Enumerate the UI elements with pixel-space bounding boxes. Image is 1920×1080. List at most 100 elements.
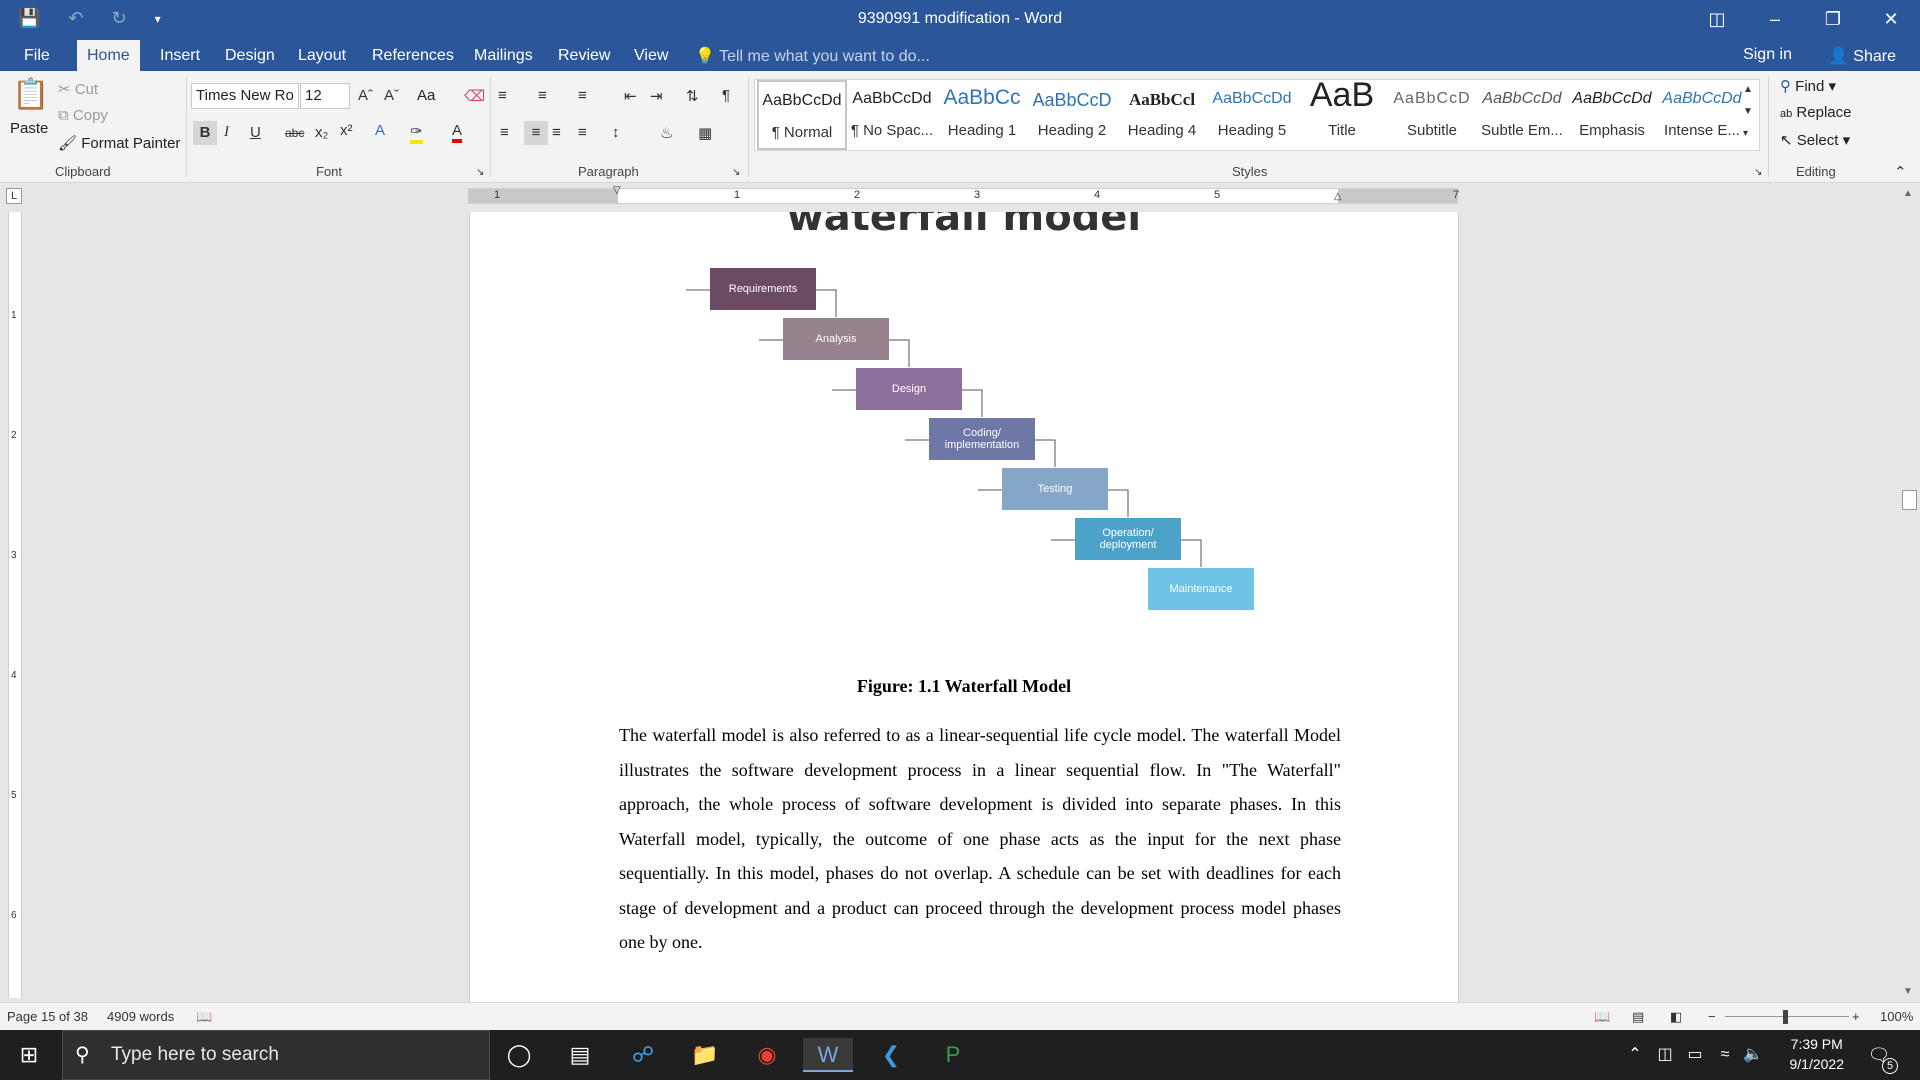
edge-icon[interactable]: ☍ <box>626 1038 660 1072</box>
tab-selector-icon[interactable]: L <box>6 188 22 204</box>
proofing-icon[interactable]: 📖 <box>196 1009 212 1025</box>
italic-icon[interactable]: I <box>224 124 229 141</box>
chrome-icon[interactable]: ◉ <box>750 1038 784 1072</box>
taskbar-search[interactable]: ⚲ Type here to search <box>62 1030 490 1080</box>
font-name-box[interactable]: Times New Ro <box>191 83 299 109</box>
superscript-icon[interactable]: x² <box>340 122 353 139</box>
align-right-icon[interactable]: ≡ <box>552 124 561 141</box>
ribbon-display-icon[interactable]: ◫ <box>1688 0 1746 40</box>
paste-button[interactable]: Paste <box>10 120 48 137</box>
tab-layout[interactable]: Layout <box>288 40 356 71</box>
tell-me-box[interactable]: 💡 Tell me what you want to do... <box>695 46 930 66</box>
zoom-level[interactable]: 100% <box>1880 1009 1913 1024</box>
replace-button[interactable]: ab Replace <box>1780 104 1851 121</box>
collapse-ribbon-icon[interactable]: ⌃ <box>1894 163 1907 181</box>
numbering-icon[interactable]: ≡ <box>538 87 547 104</box>
scroll-thumb[interactable] <box>1902 490 1917 510</box>
tab-references[interactable]: References <box>362 40 464 71</box>
paste-icon[interactable]: 📋 <box>12 77 49 112</box>
style-no-spacing[interactable]: AaBbCcDd ¶ No Spac... <box>847 80 937 150</box>
restore-icon[interactable]: ❐ <box>1804 0 1862 40</box>
vscode-icon[interactable]: ❮ <box>874 1038 908 1072</box>
read-mode-icon[interactable]: 📖 <box>1594 1009 1610 1025</box>
underline-icon[interactable]: U <box>250 124 261 141</box>
task-view-icon[interactable]: ▤ <box>563 1038 597 1072</box>
print-layout-icon[interactable]: ▤ <box>1632 1009 1644 1025</box>
tab-mailings[interactable]: Mailings <box>464 40 543 71</box>
subscript-icon[interactable]: x₂ <box>315 124 328 141</box>
shading-icon[interactable]: ♨ <box>660 124 673 142</box>
gallery-more-icon[interactable]: ▾ <box>1743 128 1748 139</box>
scroll-up-icon[interactable]: ▲ <box>1903 188 1913 199</box>
show-formatting-icon[interactable]: ¶ <box>722 87 730 104</box>
style-subtle-emphasis[interactable]: AaBbCcDd Subtle Em... <box>1477 80 1567 150</box>
cut-button[interactable]: ✂ Cut <box>58 80 98 98</box>
web-layout-icon[interactable]: ◧ <box>1670 1009 1682 1025</box>
vertical-scrollbar[interactable]: ▲ ▼ <box>1900 186 1918 1002</box>
paragraph-dialog-launcher-icon[interactable]: ↘ <box>732 167 740 178</box>
scroll-down-icon[interactable]: ▼ <box>1903 986 1913 997</box>
shrink-font-icon[interactable]: Aˇ <box>384 87 399 104</box>
cortana-icon[interactable]: ◯ <box>502 1038 536 1072</box>
zoom-in-icon[interactable]: + <box>1852 1009 1860 1024</box>
style-normal[interactable]: AaBbCcDd ¶ Normal <box>757 80 847 150</box>
align-left-icon[interactable]: ≡ <box>500 124 509 141</box>
style-heading-2[interactable]: AaBbCcD Heading 2 <box>1027 80 1117 150</box>
select-button[interactable]: ↖ Select ▾ <box>1780 131 1850 149</box>
bullets-icon[interactable]: ≡ <box>498 87 507 104</box>
style-heading-4[interactable]: AaBbCcl Heading 4 <box>1117 80 1207 150</box>
clear-formatting-icon[interactable]: ⌫ <box>464 87 485 105</box>
style-emphasis[interactable]: AaBbCcDd Emphasis <box>1567 80 1657 150</box>
indent-marker-icon[interactable]: ▽ <box>613 185 621 196</box>
increase-indent-icon[interactable]: ⇥ <box>650 87 663 105</box>
style-title[interactable]: AaB Title <box>1297 76 1387 150</box>
borders-icon[interactable]: ▦ <box>698 124 712 142</box>
network-adapter-icon[interactable]: ◫ <box>1648 1038 1682 1072</box>
style-heading-1[interactable]: AaBbCc Heading 1 <box>937 80 1027 150</box>
zoom-slider-thumb[interactable] <box>1783 1010 1788 1024</box>
battery-icon[interactable]: ▭ <box>1678 1038 1712 1072</box>
zoom-out-icon[interactable]: − <box>1708 1009 1716 1024</box>
file-explorer-icon[interactable]: 📁 <box>688 1038 722 1072</box>
close-icon[interactable]: ✕ <box>1862 0 1920 40</box>
text-effects-icon[interactable]: A <box>375 122 385 139</box>
project-icon[interactable]: P <box>936 1038 970 1072</box>
sort-icon[interactable]: ⇅ <box>686 87 699 105</box>
page-count[interactable]: Page 15 of 38 <box>7 1009 88 1024</box>
gallery-scroll-up-icon[interactable]: ▲ <box>1743 84 1753 95</box>
change-case-button[interactable]: Aa <box>417 87 435 104</box>
tab-design[interactable]: Design <box>215 40 285 71</box>
font-dialog-launcher-icon[interactable]: ↘ <box>476 167 484 178</box>
show-hidden-icons-icon[interactable]: ⌃ <box>1618 1038 1652 1072</box>
tab-review[interactable]: Review <box>548 40 620 71</box>
horizontal-ruler[interactable]: 1 1 2 3 4 5 7 ▽ △ <box>468 185 1459 204</box>
decrease-indent-icon[interactable]: ⇤ <box>624 87 637 105</box>
style-intense-emphasis[interactable]: AaBbCcDd Intense E... <box>1657 80 1747 150</box>
font-size-box[interactable]: 12 <box>300 83 350 109</box>
font-color-icon[interactable]: A <box>452 122 463 143</box>
highlight-icon[interactable]: ✑ <box>410 122 423 144</box>
format-painter-button[interactable]: 🖌 Format Painter <box>58 134 180 152</box>
volume-icon[interactable]: 🔈 <box>1736 1038 1770 1072</box>
styles-dialog-launcher-icon[interactable]: ↘ <box>1754 167 1762 178</box>
style-heading-5[interactable]: AaBbCcDd Heading 5 <box>1207 80 1297 150</box>
style-subtitle[interactable]: AaBbCcD Subtitle <box>1387 80 1477 150</box>
document-page[interactable]: waterfall model Requirements Analysis De… <box>469 212 1459 1002</box>
tab-view[interactable]: View <box>624 40 678 71</box>
multilevel-list-icon[interactable]: ≡ <box>578 87 587 104</box>
word-taskbar-icon[interactable]: W <box>803 1038 853 1072</box>
sign-in-link[interactable]: Sign in <box>1743 46 1792 64</box>
share-button[interactable]: 👤 Share <box>1829 46 1896 66</box>
find-button[interactable]: ⚲ Find ▾ <box>1780 77 1836 95</box>
minimize-icon[interactable]: – <box>1746 0 1804 40</box>
word-count[interactable]: 4909 words <box>107 1009 174 1024</box>
clock[interactable]: 7:39 PM 9/1/2022 <box>1790 1034 1845 1074</box>
justify-icon[interactable]: ≡ <box>578 124 587 141</box>
copy-button[interactable]: ⧉ Copy <box>58 107 108 124</box>
strikethrough-icon[interactable]: abc <box>285 126 304 140</box>
bold-icon[interactable]: B <box>193 121 217 145</box>
gallery-scroll-down-icon[interactable]: ▼ <box>1743 106 1753 117</box>
tab-file[interactable]: File <box>14 40 60 71</box>
windows-start-icon[interactable]: ⊞ <box>12 1038 46 1072</box>
tab-insert[interactable]: Insert <box>150 40 210 71</box>
